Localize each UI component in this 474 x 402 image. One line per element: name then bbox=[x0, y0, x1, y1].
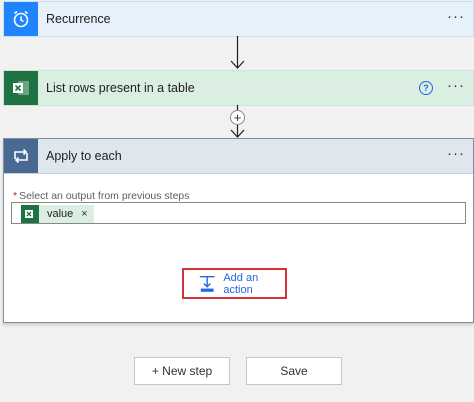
save-button[interactable]: Save bbox=[246, 357, 342, 385]
apply-to-each-step-card[interactable]: Apply to each ··· * Select an output from… bbox=[3, 138, 474, 323]
dynamic-content-token[interactable]: value × bbox=[21, 205, 94, 223]
add-action-label: Add an action bbox=[223, 271, 259, 296]
add-action-icon bbox=[199, 275, 215, 292]
more-options-button[interactable]: ··· bbox=[447, 146, 465, 161]
remove-token-button[interactable]: × bbox=[81, 208, 87, 220]
recurrence-step-header[interactable]: Recurrence ··· bbox=[4, 2, 473, 36]
excel-icon bbox=[21, 205, 39, 223]
token-label: value bbox=[47, 208, 74, 220]
list-rows-step-header[interactable]: List rows present in a table ? ··· bbox=[4, 71, 473, 105]
list-rows-step-card[interactable]: List rows present in a table ? ··· bbox=[3, 70, 474, 106]
loop-icon bbox=[4, 139, 38, 173]
excel-icon bbox=[4, 71, 38, 105]
more-options-button[interactable]: ··· bbox=[447, 78, 465, 93]
output-select-field[interactable]: value × bbox=[11, 202, 466, 224]
clock-icon bbox=[4, 2, 38, 36]
step-title: Recurrence bbox=[46, 12, 111, 26]
more-options-button[interactable]: ··· bbox=[447, 9, 465, 24]
new-step-button[interactable]: + New step bbox=[134, 357, 230, 385]
step-title: Apply to each bbox=[46, 149, 122, 163]
recurrence-step-card[interactable]: Recurrence ··· bbox=[3, 1, 474, 37]
apply-to-each-step-header[interactable]: Apply to each ··· bbox=[4, 139, 473, 174]
help-icon[interactable]: ? bbox=[419, 81, 433, 95]
output-field-label: * Select an output from previous steps bbox=[13, 190, 190, 202]
field-label-text: Select an output from previous steps bbox=[19, 190, 190, 202]
insert-step-button[interactable]: + bbox=[230, 110, 245, 125]
step-title: List rows present in a table bbox=[46, 81, 195, 95]
connector-arrow bbox=[230, 36, 245, 69]
add-action-button[interactable]: Add an action bbox=[182, 268, 287, 299]
required-marker: * bbox=[13, 190, 18, 202]
